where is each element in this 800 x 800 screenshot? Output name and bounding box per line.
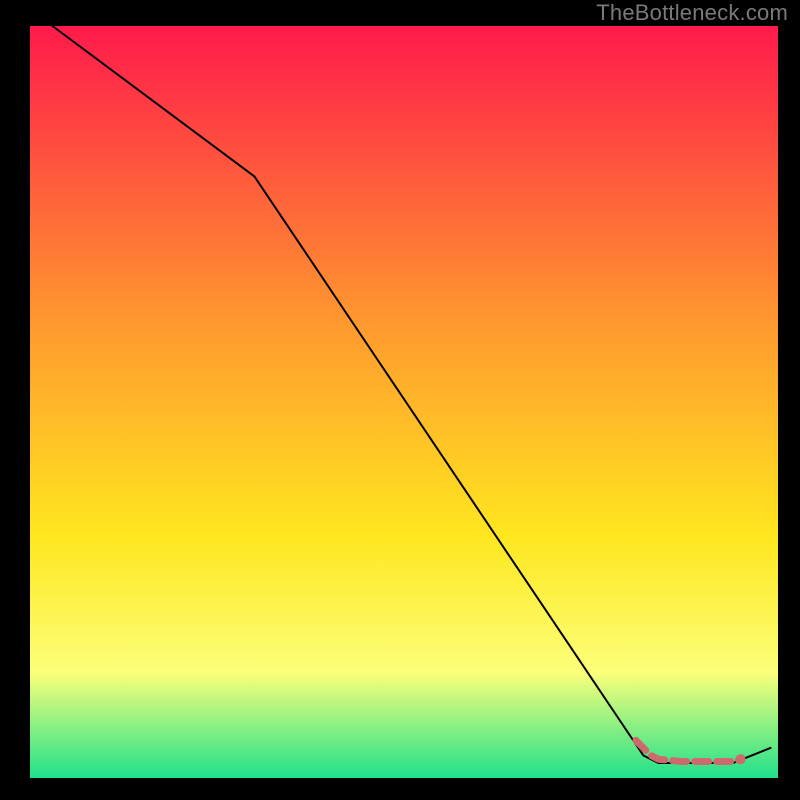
optimal-region-endpoint — [736, 754, 746, 764]
plot-background — [30, 26, 778, 778]
bottleneck-chart — [0, 0, 800, 800]
chart-stage: TheBottleneck.com — [0, 0, 800, 800]
watermark-text: TheBottleneck.com — [596, 0, 788, 26]
